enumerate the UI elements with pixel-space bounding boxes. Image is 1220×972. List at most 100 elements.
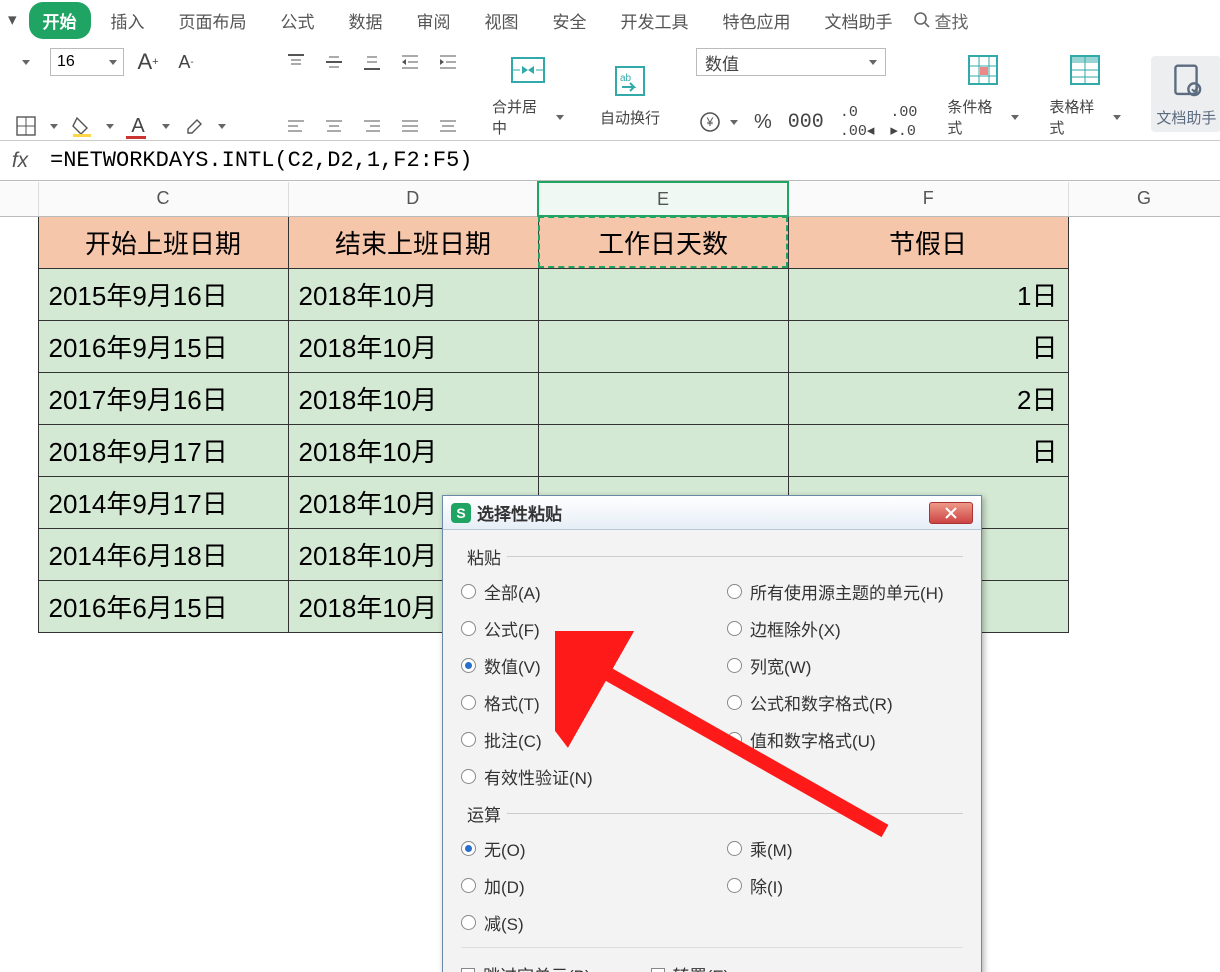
cell[interactable]: 2016年6月15日 xyxy=(38,580,288,632)
tab-start[interactable]: 开始 xyxy=(29,2,91,39)
percent-icon[interactable]: % xyxy=(754,111,772,134)
col-header-d[interactable]: D xyxy=(288,182,538,216)
cell[interactable]: 2日 xyxy=(788,372,1068,424)
align-middle-icon[interactable] xyxy=(320,48,348,76)
align-distributed-icon[interactable] xyxy=(434,112,462,140)
chevron-down-icon[interactable] xyxy=(162,124,170,129)
radio-icon xyxy=(727,695,742,710)
increase-decimal-icon[interactable]: .0.00◂ xyxy=(840,104,875,140)
tab-doc-assist[interactable]: 文档助手 xyxy=(811,2,907,39)
close-button[interactable] xyxy=(929,502,973,524)
transpose-label: 转置(E) xyxy=(673,962,730,972)
number-format-select[interactable]: 数值 xyxy=(696,48,886,76)
font-size-select[interactable]: 16 xyxy=(50,48,124,76)
cell[interactable] xyxy=(538,424,788,476)
table-style-button[interactable]: 表格样式 xyxy=(1049,48,1121,140)
search-button[interactable]: 查找 xyxy=(913,8,969,33)
radio-div[interactable]: 除(I) xyxy=(727,873,963,898)
decrease-decimal-icon[interactable]: .00▸.0 xyxy=(890,104,917,140)
align-top-icon[interactable] xyxy=(282,48,310,76)
cell[interactable]: 2018年10月 xyxy=(288,424,538,476)
radio-noborder[interactable]: 边框除外(X) xyxy=(727,616,963,641)
cell[interactable]: 2018年10月 xyxy=(288,268,538,320)
cell[interactable]: 2018年10月 xyxy=(288,372,538,424)
cell[interactable]: 日 xyxy=(788,424,1068,476)
chevron-down-icon[interactable] xyxy=(50,124,58,129)
radio-fmtnum[interactable]: 公式和数字格式(R) xyxy=(727,690,963,715)
header-cell[interactable]: 工作日天数 xyxy=(538,216,788,268)
tab-insert[interactable]: 插入 xyxy=(97,2,159,39)
fill-color-dropdown[interactable] xyxy=(68,112,96,140)
radio-sub[interactable]: 减(S) xyxy=(461,910,697,935)
tab-data[interactable]: 数据 xyxy=(335,2,397,39)
tab-view[interactable]: 视图 xyxy=(471,2,533,39)
header-cell[interactable]: 结束上班日期 xyxy=(288,216,538,268)
align-right-icon[interactable] xyxy=(358,112,386,140)
cell[interactable]: 1日 xyxy=(788,268,1068,320)
dialog-titlebar[interactable]: S 选择性粘贴 xyxy=(443,496,981,530)
chevron-down-icon[interactable] xyxy=(730,120,738,125)
align-justify-icon[interactable] xyxy=(396,112,424,140)
radio-mul[interactable]: 乘(M) xyxy=(727,836,963,861)
cell[interactable] xyxy=(538,372,788,424)
decrease-font-icon[interactable]: A- xyxy=(172,48,200,76)
cell[interactable]: 2016年9月15日 xyxy=(38,320,288,372)
indent-decrease-icon[interactable] xyxy=(396,48,424,76)
radio-colwidth[interactable]: 列宽(W) xyxy=(727,653,963,678)
align-left-icon[interactable] xyxy=(282,112,310,140)
comma-style-icon[interactable]: 000 xyxy=(788,111,824,134)
radio-add[interactable]: 加(D) xyxy=(461,873,697,898)
conditional-format-button[interactable]: 条件格式 xyxy=(947,48,1019,140)
cell[interactable]: 2018年9月17日 xyxy=(38,424,288,476)
merge-cells-button[interactable]: 合并居中 xyxy=(492,48,564,140)
radio-none[interactable]: 无(O) xyxy=(461,836,697,861)
tab-special[interactable]: 特色应用 xyxy=(709,2,805,39)
tab-layout[interactable]: 页面布局 xyxy=(165,2,261,39)
tab-devtools[interactable]: 开发工具 xyxy=(607,2,703,39)
wrap-text-button[interactable]: ab 自动换行 xyxy=(594,48,666,140)
radio-all[interactable]: 全部(A) xyxy=(461,579,697,604)
cell[interactable] xyxy=(538,268,788,320)
currency-dropdown[interactable]: ¥ xyxy=(696,108,724,136)
align-bottom-icon[interactable] xyxy=(358,48,386,76)
radio-theme[interactable]: 所有使用源主题的单元(H) xyxy=(727,579,963,604)
indent-increase-icon[interactable] xyxy=(434,48,462,76)
cell[interactable]: 2015年9月16日 xyxy=(38,268,288,320)
skip-blanks-checkbox[interactable]: 跳过空单元(B) xyxy=(461,962,591,972)
doc-assist-button[interactable]: 文档助手 xyxy=(1151,56,1220,132)
col-header-g[interactable]: G xyxy=(1068,182,1220,216)
fx-icon[interactable]: fx xyxy=(0,149,40,173)
col-header-f[interactable]: F xyxy=(788,182,1068,216)
cell[interactable]: 2014年6月18日 xyxy=(38,528,288,580)
cell[interactable] xyxy=(538,320,788,372)
tab-formula[interactable]: 公式 xyxy=(267,2,329,39)
cell[interactable]: 2014年9月17日 xyxy=(38,476,288,528)
cell[interactable]: 日 xyxy=(788,320,1068,372)
header-cell[interactable]: 节假日 xyxy=(788,216,1068,268)
formula-input[interactable] xyxy=(40,141,1220,180)
col-header-c[interactable]: C xyxy=(38,182,288,216)
radio-valnum[interactable]: 值和数字格式(U) xyxy=(727,727,963,752)
highlighter-dropdown[interactable] xyxy=(180,112,208,140)
file-menu-caret[interactable]: ▾ xyxy=(8,10,17,30)
col-header-e[interactable]: E xyxy=(538,182,788,216)
chevron-down-icon[interactable] xyxy=(218,124,226,129)
radio-validation[interactable]: 有效性验证(N) xyxy=(461,764,697,789)
tab-review[interactable]: 审阅 xyxy=(403,2,465,39)
radio-format[interactable]: 格式(T) xyxy=(461,690,697,715)
transpose-checkbox[interactable]: 转置(E) xyxy=(651,962,730,972)
cell[interactable]: 2018年10月 xyxy=(288,320,538,372)
font-color-dropdown[interactable]: A xyxy=(124,112,152,140)
radio-comment[interactable]: 批注(C) xyxy=(461,727,697,752)
cell[interactable]: 2017年9月16日 xyxy=(38,372,288,424)
radio-formula[interactable]: 公式(F) xyxy=(461,616,697,641)
chevron-down-icon[interactable] xyxy=(106,124,114,129)
ribbon-tabs: ▾ 开始 插入 页面布局 公式 数据 审阅 视图 安全 开发工具 特色应用 文档… xyxy=(0,0,1220,40)
radio-value[interactable]: 数值(V) xyxy=(461,653,697,678)
header-cell[interactable]: 开始上班日期 xyxy=(38,216,288,268)
increase-font-icon[interactable]: A+ xyxy=(134,48,162,76)
font-dd[interactable] xyxy=(12,48,40,76)
border-dropdown[interactable] xyxy=(12,112,40,140)
tab-security[interactable]: 安全 xyxy=(539,2,601,39)
align-center-icon[interactable] xyxy=(320,112,348,140)
